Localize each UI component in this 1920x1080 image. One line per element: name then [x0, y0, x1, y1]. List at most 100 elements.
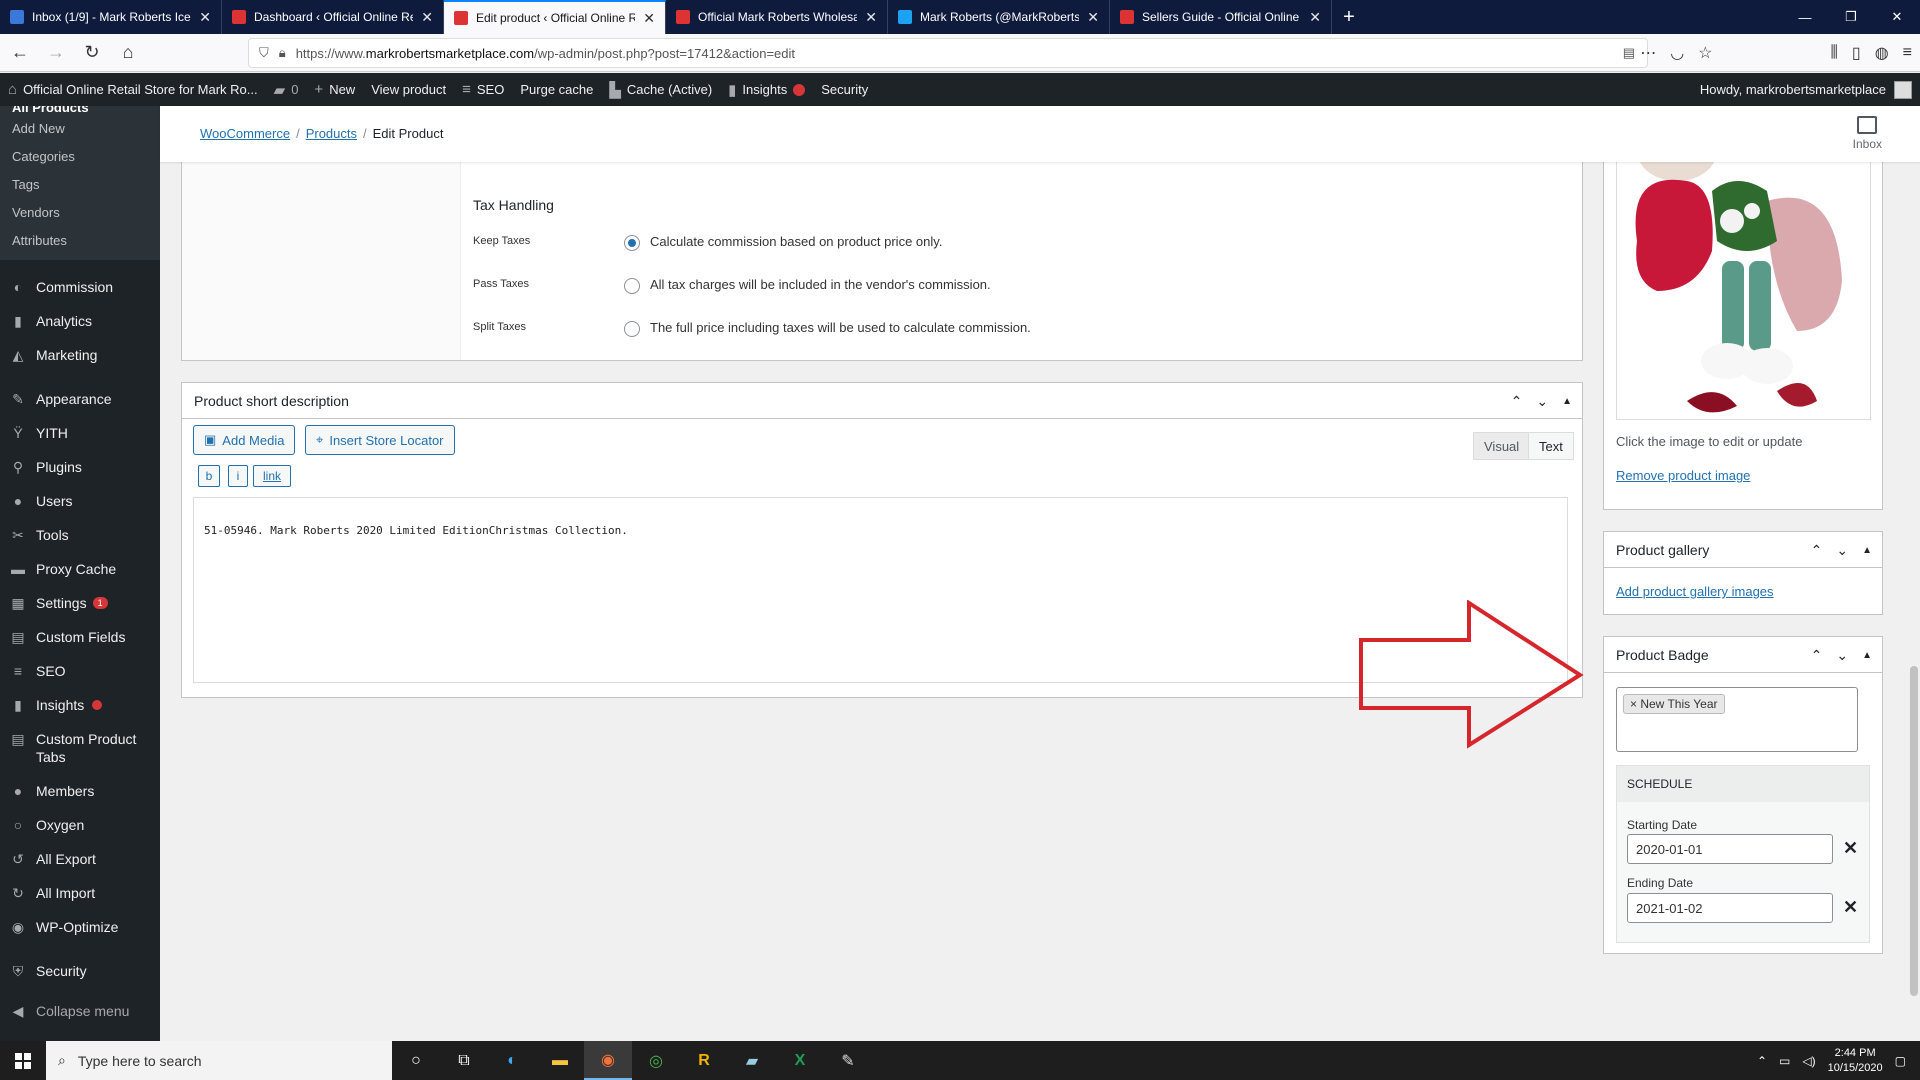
cortana-icon[interactable]: ○ [392, 1041, 440, 1080]
sidebar-item[interactable]: ⚲ Plugins [0, 450, 160, 484]
move-down-icon[interactable]: ⌄ [1536, 393, 1548, 410]
add-gallery-images-link[interactable]: Add product gallery images [1616, 584, 1774, 599]
close-tab-icon[interactable]: ✕ [421, 9, 433, 26]
network-icon[interactable]: ▭ [1779, 1054, 1790, 1068]
starting-date-input[interactable]: 2020-01-01 [1627, 834, 1833, 864]
sidebar-toggle-icon[interactable]: ▯ [1852, 43, 1861, 63]
sidebar-item[interactable]: ▤ Custom Fields [0, 620, 160, 654]
quicktag-bold[interactable]: b [198, 465, 220, 487]
quicktag-italic[interactable]: i [228, 465, 248, 487]
browser-tab[interactable]: Inbox (1/9] - Mark Roberts IceW ✕ [0, 0, 222, 34]
submenu-item[interactable]: Categories [0, 142, 160, 170]
firefox-icon[interactable]: ◉ [584, 1041, 632, 1080]
security-link[interactable]: Security [813, 73, 876, 106]
purge-cache-link[interactable]: Purge cache [512, 73, 601, 106]
toggle-panel-icon[interactable]: ▲ [1562, 396, 1572, 407]
cache-status-link[interactable]: ▙ Cache (Active) [601, 73, 720, 106]
back-icon[interactable]: ← [4, 37, 36, 69]
close-tab-icon[interactable]: ✕ [1309, 9, 1321, 26]
file-explorer-icon[interactable]: ▬ [536, 1041, 584, 1080]
inbox-button[interactable]: Inbox [1853, 116, 1882, 151]
reader-view-icon[interactable]: ▤ [1623, 45, 1635, 61]
close-tab-icon[interactable]: ✕ [643, 10, 655, 27]
browser-tab[interactable]: Edit product ‹ Official Online Re ✕ [444, 0, 666, 34]
ending-date-input[interactable]: 2021-01-02 [1627, 893, 1833, 923]
submenu-item[interactable]: Attributes [0, 226, 160, 254]
browser-tab[interactable]: Sellers Guide - Official Online R ✕ [1110, 0, 1332, 34]
scrollbar-thumb[interactable] [1910, 666, 1918, 996]
browser-tab[interactable]: Mark Roberts (@MarkRobertsEl ✕ [888, 0, 1110, 34]
tray-chevron-icon[interactable]: ⌃ [1757, 1054, 1767, 1068]
insert-store-locator-button[interactable]: ⌖ Insert Store Locator [305, 425, 455, 455]
page-scrollbar[interactable] [1908, 106, 1920, 1041]
tab-text[interactable]: Text [1528, 432, 1574, 460]
close-tab-icon[interactable]: ✕ [1087, 9, 1099, 26]
sidebar-item[interactable]: ○ Oxygen [0, 808, 160, 842]
sidebar-item[interactable]: ✂ Tools [0, 518, 160, 552]
browser-tab[interactable]: Official Mark Roberts Wholesal ✕ [666, 0, 888, 34]
product-image-thumbnail[interactable] [1616, 130, 1871, 420]
sidebar-item[interactable]: ● Members [0, 774, 160, 808]
seo-link[interactable]: ≡ SEO [454, 73, 512, 106]
sidebar-item[interactable]: ◉ WP-Optimize [0, 910, 160, 944]
move-down-icon[interactable]: ⌄ [1836, 542, 1848, 559]
home-icon[interactable]: ⌂ [112, 37, 144, 69]
sidebar-item[interactable]: ▮ Insights [0, 688, 160, 722]
start-button[interactable] [0, 1041, 46, 1080]
move-down-icon[interactable]: ⌄ [1836, 647, 1848, 664]
badge-select[interactable]: × New This Year [1616, 687, 1858, 752]
remove-product-image-link[interactable]: Remove product image [1616, 468, 1750, 483]
move-up-icon[interactable]: ⌃ [1511, 393, 1523, 410]
submenu-item[interactable]: Tags [0, 170, 160, 198]
new-content-link[interactable]: + New [306, 73, 363, 106]
add-media-button[interactable]: ▣ Add Media [193, 425, 296, 455]
insights-link[interactable]: ▮ Insights [720, 73, 813, 106]
comments-link[interactable]: ▰ 0 [266, 73, 307, 106]
sidebar-item[interactable]: ◭ Marketing [0, 338, 160, 372]
restore-icon[interactable]: ❐ [1828, 0, 1874, 34]
close-tab-icon[interactable]: ✕ [865, 9, 877, 26]
tax-option-radio[interactable] [624, 235, 640, 251]
toggle-panel-icon[interactable]: ▲ [1862, 545, 1872, 556]
edge-icon[interactable]: ◐ [488, 1041, 536, 1080]
remove-tag-icon[interactable]: × [1630, 697, 1640, 711]
view-product-link[interactable]: View product [363, 73, 454, 106]
sidebar-item[interactable]: ● Users [0, 484, 160, 518]
notifications-icon[interactable]: ▢ [1895, 1054, 1906, 1068]
sidebar-item[interactable]: ▤ Custom Product Tabs [0, 722, 160, 774]
app-r-icon[interactable]: R [680, 1041, 728, 1080]
paint-icon[interactable]: ✎ [824, 1041, 872, 1080]
account-icon[interactable]: ◍ [1875, 43, 1889, 63]
pocket-icon[interactable]: ◡ [1670, 43, 1684, 63]
new-tab-icon[interactable]: + [1332, 0, 1366, 34]
forward-icon[interactable]: → [40, 37, 72, 69]
clear-end-date-icon[interactable]: ✕ [1843, 897, 1858, 918]
reload-icon[interactable]: ↻ [76, 37, 108, 69]
sidebar-item[interactable]: ✎ Appearance [0, 382, 160, 416]
sidebar-item[interactable]: ⛨ Security [0, 954, 160, 988]
tax-option-radio[interactable] [624, 321, 640, 337]
tab-visual[interactable]: Visual [1473, 432, 1531, 460]
sidebar-item[interactable]: ▮ Analytics [0, 304, 160, 338]
clock[interactable]: 2:44 PM 10/15/2020 [1828, 1046, 1883, 1076]
close-window-icon[interactable]: ✕ [1874, 0, 1920, 34]
site-name-link[interactable]: ⌂ Official Online Retail Store for Mark R… [0, 73, 266, 106]
breadcrumb-products[interactable]: Products [306, 126, 357, 141]
submenu-item[interactable]: Vendors [0, 198, 160, 226]
sidebar-item[interactable]: ▬ Proxy Cache [0, 552, 160, 586]
browser-tab[interactable]: Dashboard ‹ Official Online Ret ✕ [222, 0, 444, 34]
sidebar-item[interactable]: ▦ Settings 1 [0, 586, 160, 620]
clear-start-date-icon[interactable]: ✕ [1843, 838, 1858, 859]
move-up-icon[interactable]: ⌃ [1811, 647, 1823, 664]
account-menu[interactable]: Howdy, markrobertsmarketplace [1700, 73, 1912, 106]
breadcrumb-woocommerce[interactable]: WooCommerce [200, 126, 290, 141]
library-icon[interactable]: ⫼ [1831, 44, 1838, 62]
notepad-icon[interactable]: ▰ [728, 1041, 776, 1080]
tax-option-radio[interactable] [624, 278, 640, 294]
quicktag-link[interactable]: link [253, 465, 291, 487]
collapse-menu-button[interactable]: ◀ Collapse menu [0, 994, 160, 1028]
sidebar-item[interactable]: Ÿ YITH [0, 416, 160, 450]
toggle-panel-icon[interactable]: ▲ [1862, 650, 1872, 661]
sidebar-item[interactable]: ↺ All Export [0, 842, 160, 876]
more-icon[interactable]: ⋯ [1640, 43, 1656, 63]
